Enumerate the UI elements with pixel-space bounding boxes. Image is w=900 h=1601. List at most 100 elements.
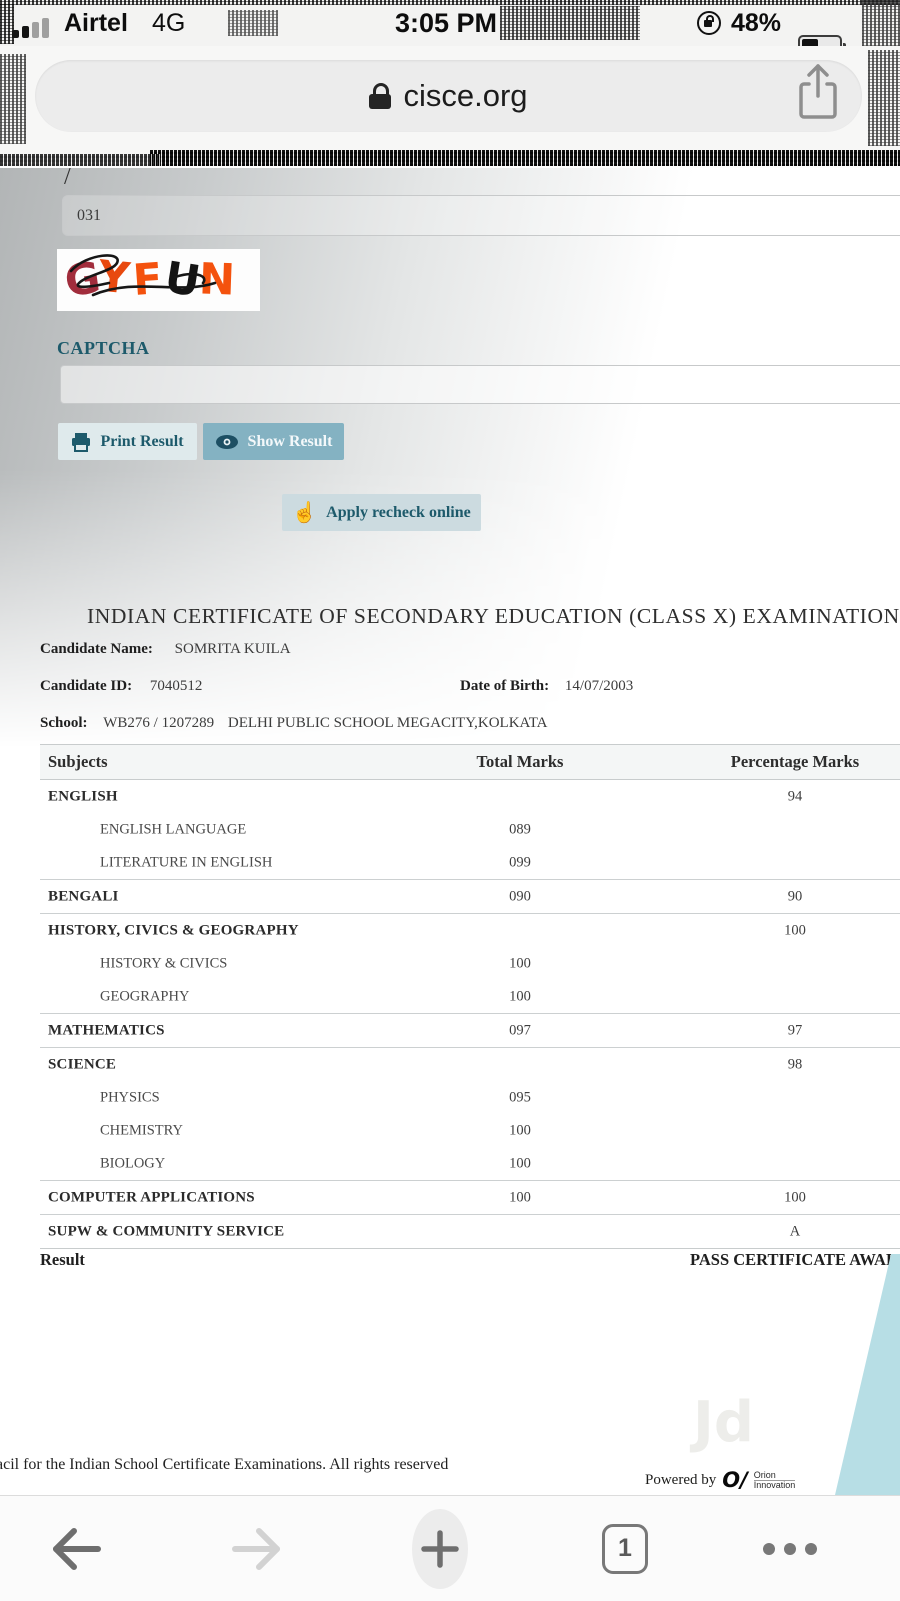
web-page-content: / 031 GYFUN CAPTCHA Print Result Show Re… [0, 168, 900, 1495]
total-marks-cell: 100 [440, 988, 600, 1005]
more-options-button[interactable] [755, 1496, 825, 1601]
results-table-header: Subjects Total Marks Percentage Marks [40, 745, 900, 780]
subject-cell: LITERATURE IN ENGLISH [100, 854, 272, 871]
result-row: Result PASS CERTIFICATE AWARDED [40, 1250, 900, 1274]
forward-arrow-icon [229, 1526, 287, 1572]
table-row: HISTORY, CIVICS & GEOGRAPHY 100 [40, 913, 900, 947]
results-table-body: ENGLISH 94 ENGLISH LANGUAGE 089 LITERATU… [40, 780, 900, 1248]
stray-slash-text: / [64, 168, 71, 191]
table-row: CHEMISTRY 100 [40, 1114, 900, 1147]
certificate-title: INDIAN CERTIFICATE OF SECONDARY EDUCATIO… [87, 604, 900, 629]
orientation-lock-icon [697, 11, 721, 35]
candidate-name-label: Candidate Name: [40, 641, 153, 657]
total-marks-cell: 100 [440, 955, 600, 972]
candidate-name-row: Candidate Name: SOMRITA KUILA [40, 641, 291, 658]
signal-strength-icon [12, 18, 49, 38]
total-marks-cell: 089 [440, 821, 600, 838]
orion-logo-mark: O/ [722, 1468, 748, 1492]
percentage-marks-cell: 98 [690, 1056, 900, 1073]
battery-percent-label: 48% [731, 9, 781, 38]
table-row: BIOLOGY 100 [40, 1147, 900, 1180]
https-lock-icon [369, 83, 391, 109]
back-button[interactable] [35, 1496, 115, 1601]
print-result-label: Print Result [100, 433, 183, 451]
subject-cell: HISTORY & CIVICS [100, 955, 227, 972]
screen-noise [862, 0, 900, 46]
total-marks-cell: 100 [440, 1189, 600, 1206]
table-row: ENGLISH LANGUAGE 089 [40, 813, 900, 846]
browser-address-row: cisce.org [0, 46, 900, 154]
network-type-label: 4G [152, 9, 185, 38]
tabs-button[interactable]: 1 [600, 1496, 650, 1601]
candidate-id-label: Candidate ID: [40, 678, 132, 694]
total-marks-cell: 097 [440, 1022, 600, 1039]
print-result-button[interactable]: Print Result [58, 423, 197, 460]
table-row: SUPW & COMMUNITY SERVICE A [40, 1214, 900, 1248]
percentage-marks-cell: 94 [690, 788, 900, 805]
captcha-scribble [57, 249, 260, 311]
table-row: GEOGRAPHY 100 [40, 980, 900, 1013]
table-row: SCIENCE 98 [40, 1047, 900, 1081]
screen-noise [0, 54, 26, 144]
school-name-value: DELHI PUBLIC SCHOOL MEGACITY,KOLKATA [228, 715, 548, 731]
subject-cell: SCIENCE [48, 1056, 116, 1073]
url-text: cisce.org [403, 78, 527, 114]
table-row: MATHEMATICS 097 97 [40, 1013, 900, 1047]
apply-recheck-label: Apply recheck online [326, 504, 471, 522]
screen-noise [500, 6, 640, 40]
roll-number-value: 031 [77, 207, 101, 225]
total-marks-cell: 090 [440, 888, 600, 905]
apply-recheck-button[interactable]: ☝ Apply recheck online [282, 494, 481, 531]
result-label: Result [40, 1250, 85, 1270]
subject-cell: BIOLOGY [100, 1155, 165, 1172]
screen-noise [868, 50, 900, 146]
show-result-label: Show Result [248, 433, 333, 451]
share-icon[interactable] [794, 62, 842, 124]
browser-toolbar: 1 [0, 1495, 900, 1601]
table-row: ENGLISH 94 [40, 780, 900, 813]
back-arrow-icon [46, 1526, 104, 1572]
printer-icon [71, 432, 91, 452]
orion-logo-name: Orion Innovation [754, 1471, 796, 1490]
percentage-marks-cell: A [690, 1223, 900, 1240]
ellipsis-icon [763, 1543, 817, 1555]
status-bar: Airtel 4G 3:05 PM 48% [0, 0, 900, 46]
carrier-label: Airtel [64, 9, 128, 38]
percentage-marks-cell: 100 [690, 922, 900, 939]
header-subjects: Subjects [48, 752, 108, 772]
results-table: Subjects Total Marks Percentage Marks EN… [40, 744, 900, 1249]
address-bar[interactable]: cisce.org [35, 60, 862, 132]
subject-cell: GEOGRAPHY [100, 988, 189, 1005]
total-marks-cell: 100 [440, 1122, 600, 1139]
candidate-id-value: 7040512 [150, 678, 203, 694]
table-row: LITERATURE IN ENGLISH 099 [40, 846, 900, 879]
roll-number-field[interactable]: 031 [62, 195, 900, 236]
forward-button[interactable] [218, 1496, 298, 1601]
table-row: BENGALI 090 90 [40, 879, 900, 913]
dob-value: 14/07/2003 [565, 678, 633, 694]
captcha-input[interactable] [60, 365, 900, 404]
screen-noise [0, 0, 900, 5]
total-marks-cell: 095 [440, 1089, 600, 1106]
subject-cell: ENGLISH LANGUAGE [100, 821, 246, 838]
header-percentage-marks: Percentage Marks [690, 752, 900, 772]
subject-cell: ENGLISH [48, 788, 118, 805]
tab-count-icon: 1 [602, 1524, 648, 1574]
subject-cell: HISTORY, CIVICS & GEOGRAPHY [48, 922, 299, 939]
screen-noise [0, 154, 160, 166]
table-row: PHYSICS 095 [40, 1081, 900, 1114]
screen-noise [150, 150, 900, 166]
subject-cell: PHYSICS [100, 1089, 160, 1106]
subject-cell: SUPW & COMMUNITY SERVICE [48, 1223, 284, 1240]
powered-by-label: Powered by [645, 1472, 716, 1489]
total-marks-cell: 100 [440, 1155, 600, 1172]
percentage-marks-cell: 90 [690, 888, 900, 905]
captcha-label: CAPTCHA [57, 338, 150, 359]
show-result-button[interactable]: Show Result [203, 423, 344, 460]
table-row: COMPUTER APPLICATIONS 100 100 [40, 1180, 900, 1214]
school-code-value: WB276 / 1207289 [103, 715, 214, 731]
copyright-text: acil for the Indian School Certificate E… [0, 1456, 448, 1474]
tab-count: 1 [618, 1534, 632, 1563]
subject-cell: COMPUTER APPLICATIONS [48, 1189, 255, 1206]
new-tab-button[interactable] [412, 1496, 468, 1601]
